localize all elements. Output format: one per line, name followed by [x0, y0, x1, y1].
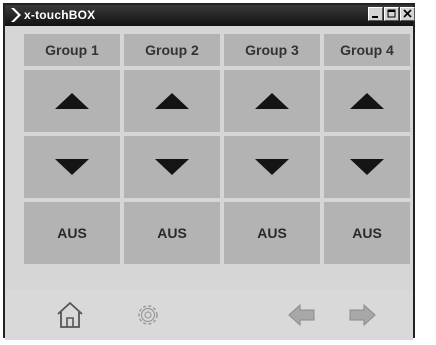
group-4-header: Group 4	[324, 34, 410, 66]
group-3-header: Group 3	[224, 34, 320, 66]
minimize-icon	[372, 16, 378, 18]
group-2-off-button[interactable]: AUS	[124, 202, 220, 264]
group-4-off-button[interactable]: AUS	[324, 202, 410, 264]
control-panel: Group 1 AUS Group 2 AUS Group 3 AUS Grou…	[5, 26, 413, 340]
arrow-down-icon	[55, 159, 89, 175]
x-touchbox-logo-icon	[11, 8, 21, 22]
group-2-up-button[interactable]	[124, 70, 220, 132]
maximize-icon	[387, 9, 396, 18]
minimize-button[interactable]	[368, 7, 383, 21]
group-3-off-button[interactable]: AUS	[224, 202, 320, 264]
window-title: x-touchBOX	[24, 8, 96, 22]
arrow-down-icon	[155, 159, 189, 175]
close-button[interactable]	[400, 7, 415, 21]
close-icon	[403, 9, 412, 18]
group-1-header: Group 1	[24, 34, 120, 66]
arrow-down-icon	[350, 159, 384, 175]
group-2-header: Group 2	[124, 34, 220, 66]
footer-bar	[5, 290, 413, 340]
title-bar[interactable]: x-touchBOX	[5, 5, 415, 26]
app-window: x-touchBOX Group 1 AUS Group 2 AUS Group…	[3, 3, 415, 340]
group-4-down-button[interactable]	[324, 136, 410, 198]
home-icon[interactable]	[54, 299, 86, 331]
back-arrow-icon[interactable]	[286, 299, 318, 331]
group-1-off-button[interactable]: AUS	[24, 202, 120, 264]
forward-arrow-icon[interactable]	[346, 299, 378, 331]
group-2-down-button[interactable]	[124, 136, 220, 198]
group-3-up-button[interactable]	[224, 70, 320, 132]
gear-icon[interactable]	[132, 299, 164, 331]
arrow-up-icon	[55, 93, 89, 109]
group-1-down-button[interactable]	[24, 136, 120, 198]
arrow-up-icon	[155, 93, 189, 109]
group-1-up-button[interactable]	[24, 70, 120, 132]
arrow-up-icon	[255, 93, 289, 109]
arrow-up-icon	[350, 93, 384, 109]
group-4-up-button[interactable]	[324, 70, 410, 132]
maximize-button[interactable]	[384, 7, 399, 21]
group-3-down-button[interactable]	[224, 136, 320, 198]
arrow-down-icon	[255, 159, 289, 175]
